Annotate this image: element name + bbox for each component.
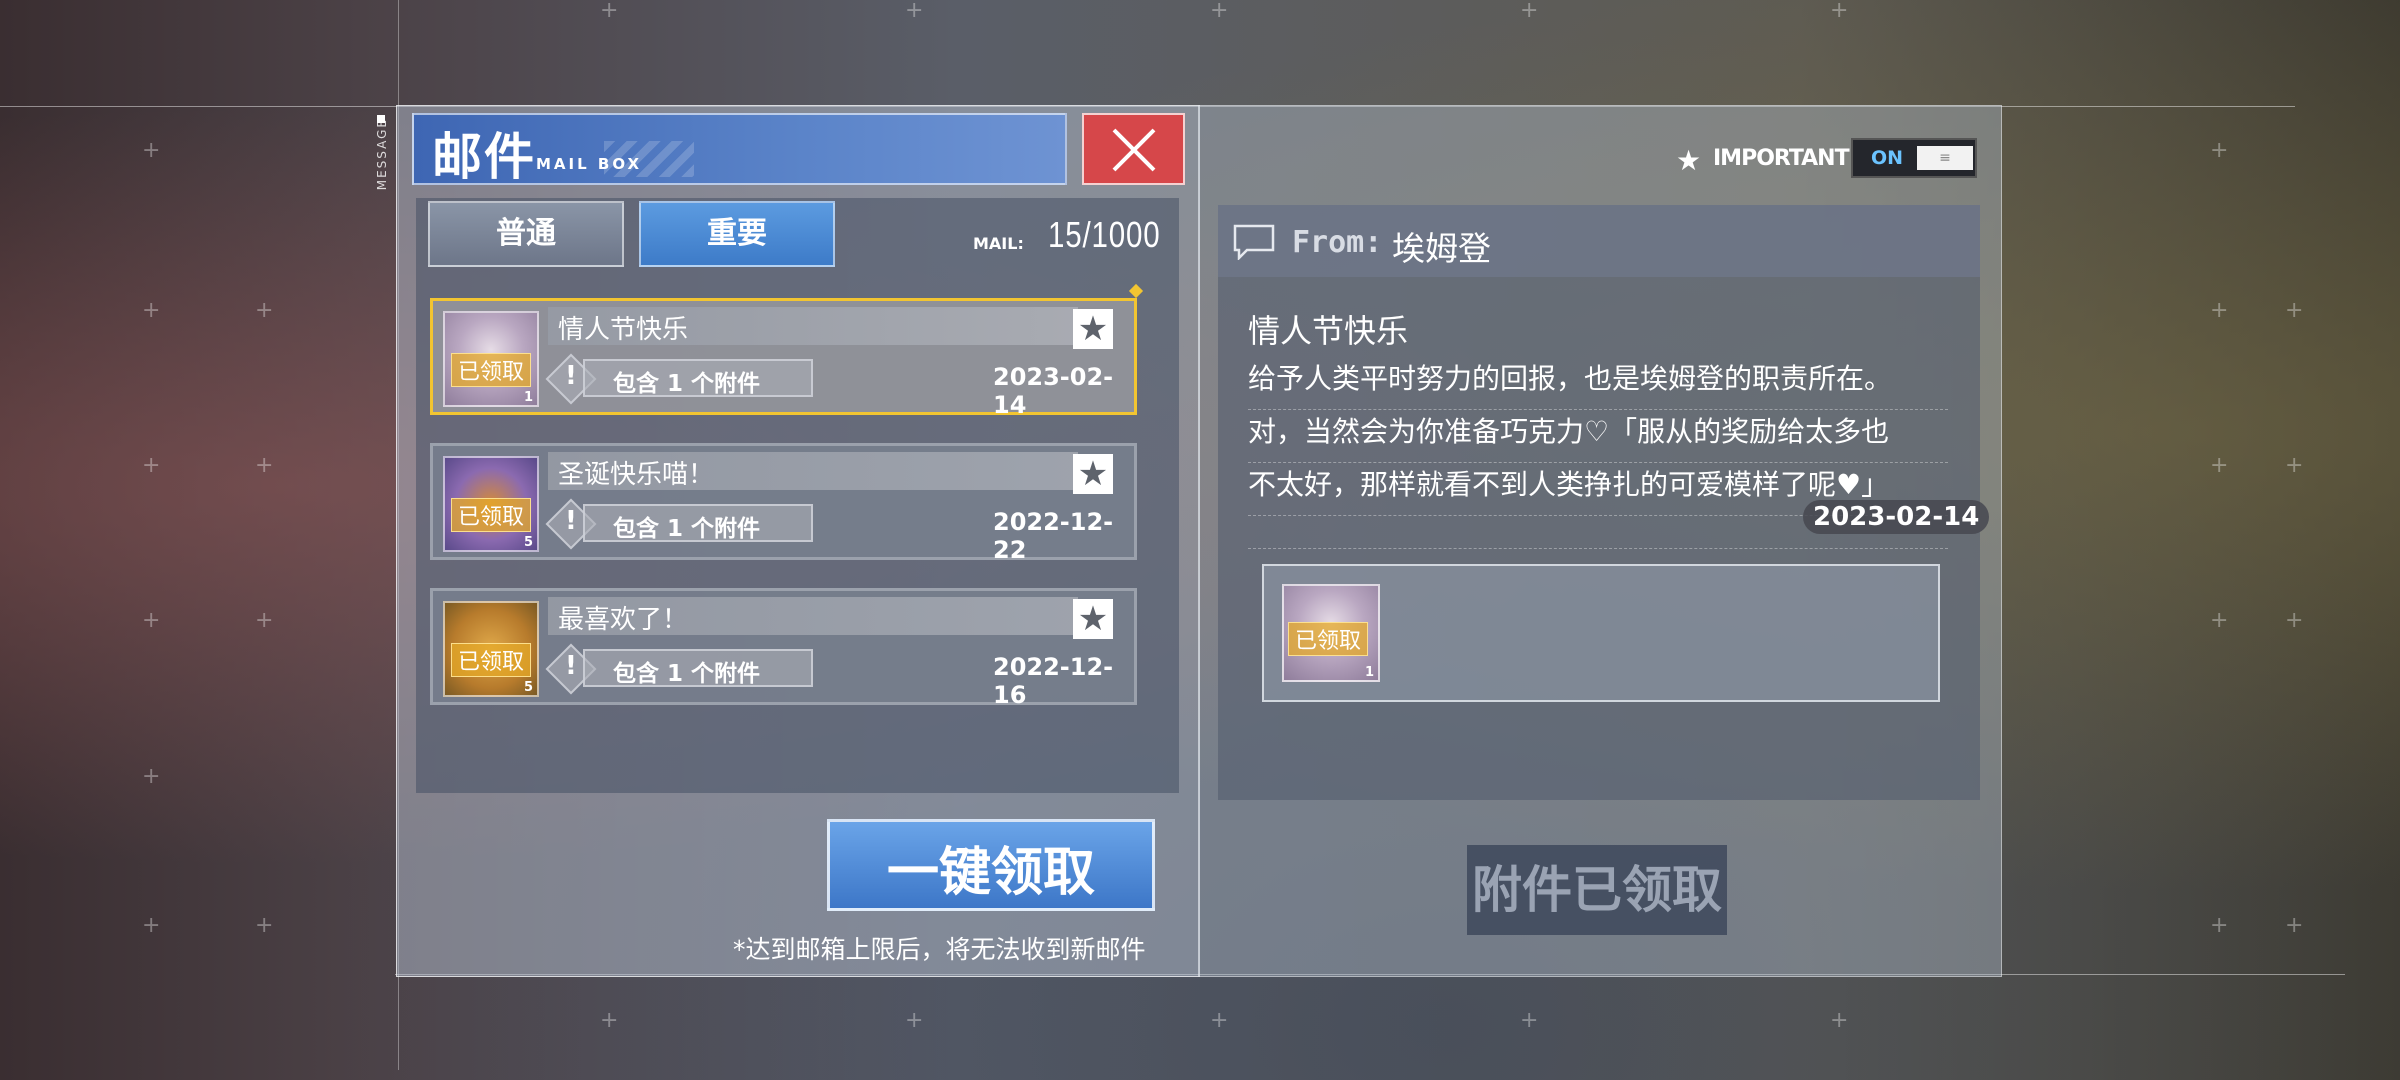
claimed-stamp: 已领取 (451, 353, 532, 387)
mail-item[interactable]: 已领取 1 情人节快乐 ★ ! 包含 1 个附件 2023-02-14 (430, 298, 1137, 419)
item-quantity: 5 (523, 680, 533, 695)
important-toggle[interactable]: ON ≡ (1851, 138, 1977, 178)
toggle-state: ON (1871, 147, 1904, 169)
claim-all-label: 一键领取 (886, 845, 1095, 902)
mail-title-bar: 圣诞快乐喵！ (548, 452, 1078, 490)
close-button[interactable] (1082, 113, 1185, 185)
item-quantity: 1 (523, 390, 533, 405)
attachment-info: 包含 1 个附件 (583, 504, 813, 542)
mail-title: 情人节快乐 (558, 315, 689, 345)
star-icon[interactable]: ★ (1073, 309, 1113, 349)
mailbox-limit-note: *达到邮箱上限后，将无法收到新邮件 (733, 935, 1146, 964)
item-quantity: 1 (1364, 665, 1374, 680)
divider (1248, 548, 1948, 549)
girl-portrait-icon[interactable]: 已领取 1 (1282, 584, 1380, 682)
exclamation-icon: ! (565, 651, 577, 681)
mail-item[interactable]: 已领取 5 最喜欢了！ ★ ! 包含 1 个附件 2022-12-16 (430, 588, 1137, 709)
mail-title: 最喜欢了！ (558, 605, 689, 635)
mail-body-line: 给予人类平时努力的回报，也是埃姆登的职责所在。 (1248, 357, 1948, 410)
gift-box-icon: 已领取 5 (443, 456, 539, 552)
close-icon (1112, 128, 1156, 172)
attachment-text: 包含 1 个附件 (613, 371, 761, 397)
mail-count: 15/1000 (1048, 214, 1161, 255)
exclamation-icon: ! (565, 506, 577, 536)
attachment-info: 包含 1 个附件 (583, 359, 813, 397)
claimed-stamp: 已领取 (1288, 622, 1369, 656)
page-title: 邮件 (432, 129, 536, 185)
exclamation-icon: ! (565, 361, 577, 391)
item-quantity: 5 (523, 535, 533, 550)
girl-portrait-icon: 已领取 1 (443, 311, 539, 407)
toggle-knob: ≡ (1917, 146, 1973, 170)
mail-title-bar: 最喜欢了！ (548, 597, 1078, 635)
treasure-chest-icon: 已领取 5 (443, 601, 539, 697)
tab-normal[interactable]: 普通 (428, 201, 624, 267)
star-icon[interactable]: ★ (1073, 599, 1113, 639)
attachment-panel: 已领取 1 (1262, 564, 1940, 702)
side-label: MESSAGE (375, 118, 389, 191)
mailbox-header: 邮件 MAIL BOX (412, 113, 1067, 185)
mail-date: 2023-02-14 (993, 363, 1114, 419)
attachment-text: 包含 1 个附件 (613, 516, 761, 542)
claimed-stamp: 已领取 (451, 498, 532, 532)
mail-count-label: MAIL: (973, 234, 1024, 253)
sender-name: 埃姆登 (1392, 229, 1491, 268)
claimed-stamp: 已领取 (451, 643, 532, 677)
mail-body: 给予人类平时努力的回报，也是埃姆登的职责所在。 对，当然会为你准备巧克力♡「服从… (1248, 357, 1948, 516)
important-filter-label: IMPORTANT (1713, 146, 1850, 171)
page-subtitle: MAIL BOX (536, 155, 643, 173)
mail-date: 2022-12-16 (993, 653, 1114, 709)
mail-detail-date: 2023-02-14 (1803, 500, 1990, 534)
from-label: From: (1292, 225, 1383, 260)
mail-item[interactable]: 已领取 5 圣诞快乐喵！ ★ ! 包含 1 个附件 2022-12-22 (430, 443, 1137, 564)
mail-title-bar: 情人节快乐 (548, 307, 1078, 345)
star-icon: ★ (1676, 144, 1702, 177)
tab-important[interactable]: 重要 (639, 201, 835, 267)
mail-title: 圣诞快乐喵！ (558, 460, 715, 490)
mail-detail-title: 情人节快乐 (1248, 312, 1409, 350)
mail-body-line: 对，当然会为你准备巧克力♡「服从的奖励给太多也 (1248, 410, 1948, 463)
attachment-info: 包含 1 个附件 (583, 649, 813, 687)
speech-bubble-icon (1233, 224, 1275, 260)
attachment-text: 包含 1 个附件 (613, 661, 761, 687)
mail-date: 2022-12-22 (993, 508, 1114, 564)
attachment-claimed-button[interactable]: 附件已领取 (1467, 845, 1727, 935)
claim-all-button[interactable]: 一键领取 (827, 819, 1155, 911)
star-icon[interactable]: ★ (1073, 454, 1113, 494)
